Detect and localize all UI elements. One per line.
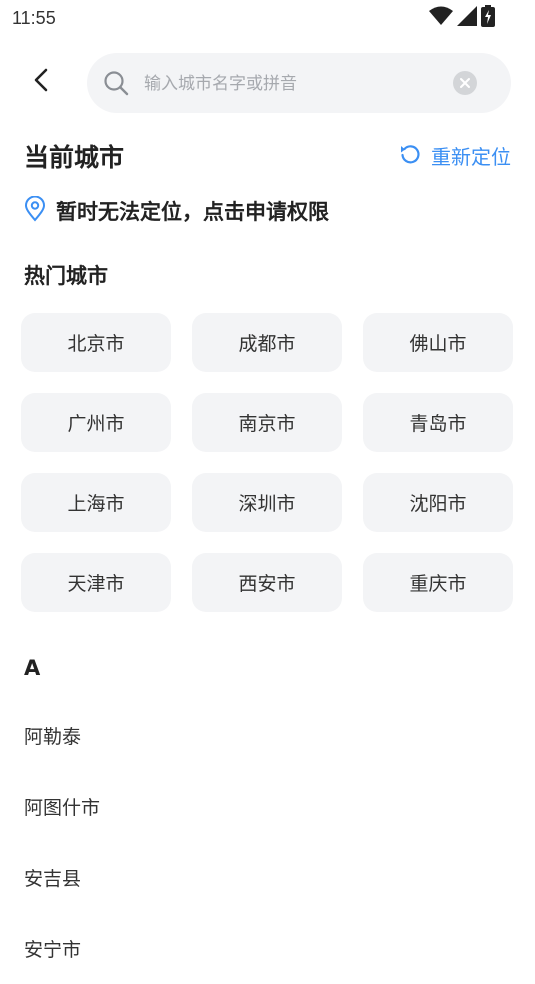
index-letter-header: A — [24, 656, 41, 680]
clear-icon[interactable] — [453, 71, 477, 95]
hot-city-chip[interactable]: 青岛市 — [363, 393, 513, 452]
hot-cities-title: 热门城市 — [24, 264, 108, 288]
cellular-signal-icon — [457, 6, 477, 30]
hot-city-chip[interactable]: 广州市 — [21, 393, 171, 452]
hot-city-chip[interactable]: 西安市 — [192, 553, 342, 612]
city-list-item[interactable]: 阿图什市 — [0, 771, 535, 842]
current-city-title: 当前城市 — [24, 143, 125, 172]
hot-city-chip[interactable]: 北京市 — [21, 313, 171, 372]
city-list: 阿勒泰 阿图什市 安吉县 安宁市 — [0, 700, 535, 984]
city-list-item[interactable]: 阿勒泰 — [0, 700, 535, 771]
hot-city-chip[interactable]: 南京市 — [192, 393, 342, 452]
hot-city-chip[interactable]: 成都市 — [192, 313, 342, 372]
hot-city-chip[interactable]: 天津市 — [21, 553, 171, 612]
relocate-label: 重新定位 — [431, 145, 511, 169]
relocate-button[interactable]: 重新定位 — [399, 141, 511, 170]
refresh-icon — [399, 143, 421, 169]
hot-city-chip[interactable]: 重庆市 — [363, 553, 513, 612]
status-icons — [429, 5, 495, 31]
back-button[interactable] — [22, 62, 62, 102]
city-list-item[interactable]: 安吉县 — [0, 842, 535, 913]
hot-city-chip[interactable]: 沈阳市 — [363, 473, 513, 532]
status-time: 11:55 — [12, 8, 56, 28]
location-permission-prompt[interactable]: 暂时无法定位，点击申请权限 — [24, 195, 329, 226]
hot-city-chip[interactable]: 佛山市 — [363, 313, 513, 372]
location-status-text: 暂时无法定位，点击申请权限 — [56, 200, 329, 224]
search-box[interactable] — [87, 53, 511, 113]
chevron-left-icon — [32, 68, 52, 96]
search-icon — [102, 69, 130, 97]
wifi-icon — [429, 6, 453, 30]
location-pin-icon — [24, 195, 46, 226]
search-input[interactable] — [142, 65, 446, 103]
hot-city-chip[interactable]: 深圳市 — [192, 473, 342, 532]
battery-charging-icon — [481, 5, 495, 31]
hot-city-chip[interactable]: 上海市 — [21, 473, 171, 532]
city-list-item[interactable]: 安宁市 — [0, 913, 535, 984]
hot-cities-grid: 北京市 成都市 佛山市 广州市 南京市 青岛市 上海市 深圳市 沈阳市 天津市 … — [21, 313, 514, 612]
status-bar: 11:55 — [0, 0, 535, 38]
